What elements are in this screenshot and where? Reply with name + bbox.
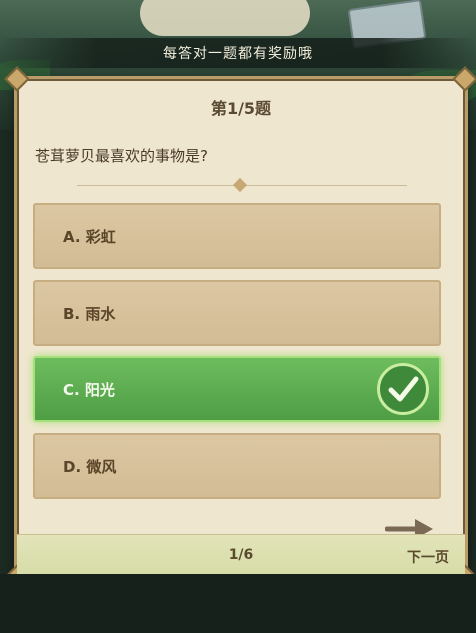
banner-text: 每答对一题都有奖励哦 <box>163 46 313 62</box>
divider-ornament <box>232 177 248 193</box>
next-page-button[interactable]: 下一页 <box>407 547 449 567</box>
reward-banner: 每答对一题都有奖励哦 <box>0 38 476 68</box>
option-d[interactable]: D. 微风 <box>33 433 441 499</box>
checkmark-icon <box>377 363 429 415</box>
question-text: 苍茸萝贝最喜欢的事物是? <box>35 147 208 165</box>
bottom-area <box>0 574 476 633</box>
footer-bar: 1/6 下一页 <box>17 534 465 577</box>
question-number: 第1/5题 <box>210 99 272 118</box>
option-b[interactable]: B. 雨水 <box>33 280 441 346</box>
option-c-correct[interactable]: C. 阳光 <box>33 356 441 422</box>
option-a[interactable]: A. 彩虹 <box>33 203 441 269</box>
page-indicator: 1/6 <box>228 547 254 563</box>
character-illustration <box>140 0 310 36</box>
option-label: C. 阳光 <box>63 380 115 399</box>
option-label: D. 微风 <box>63 457 117 476</box>
option-label: B. 雨水 <box>63 304 116 323</box>
option-label: A. 彩虹 <box>63 227 116 246</box>
quiz-card: 第1/5题 苍茸萝贝最喜欢的事物是? A. 彩虹 B. 雨水 C. 阳光 D. … <box>4 66 476 590</box>
